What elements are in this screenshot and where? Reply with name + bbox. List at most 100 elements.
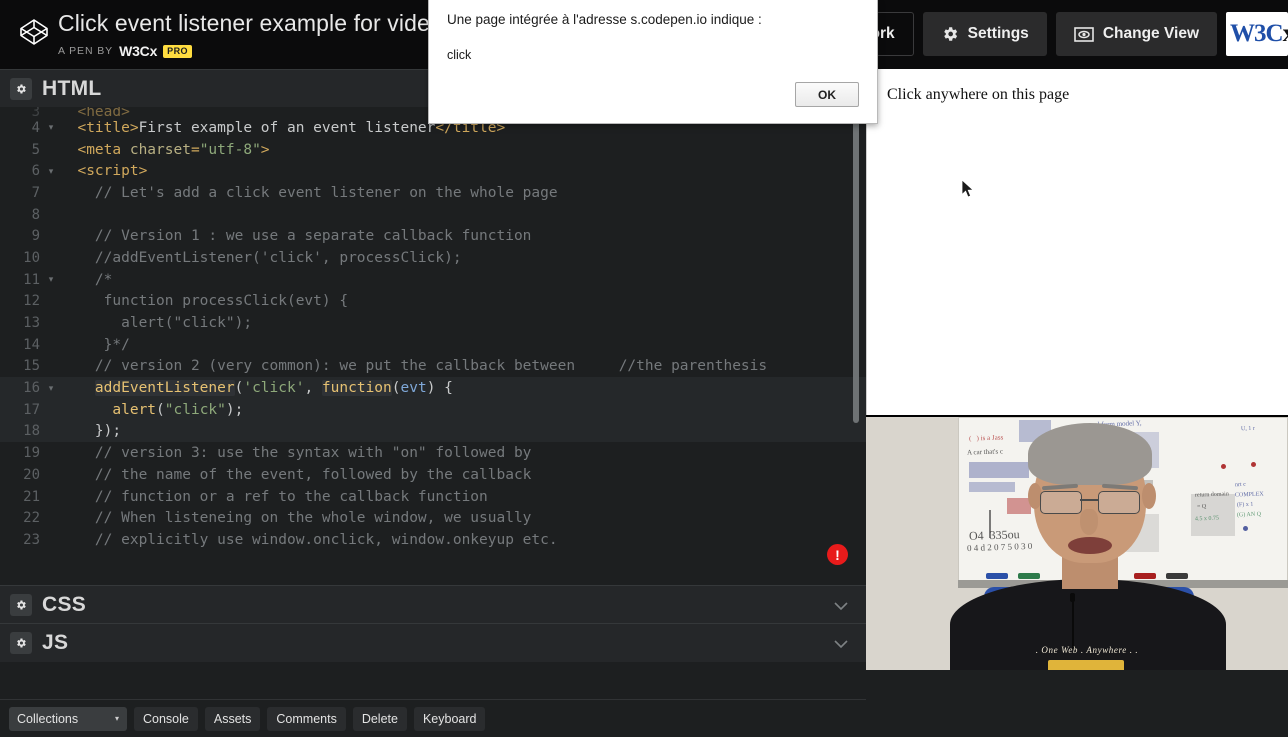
w3cx-logo-text: W3Cx	[1226, 20, 1288, 48]
code-line[interactable]: 19 // version 3: use the syntax with "on…	[0, 442, 866, 464]
code-text: // the name of the event, followed by th…	[58, 466, 532, 483]
code-text: //addEventListener('click', processClick…	[58, 250, 462, 266]
code-editor-html[interactable]: 3 <head> 4 ▾ <title>First example of an ev…	[0, 107, 866, 585]
alert-dialog-message: Une page intégrée à l'adresse s.codepen.…	[447, 12, 762, 27]
pen-by-label: A PEN BY	[58, 45, 114, 57]
code-line[interactable]: 11 ▾ /*	[0, 269, 866, 291]
alert-ok-button[interactable]: OK	[795, 82, 859, 107]
pane-header-css[interactable]: CSS	[0, 585, 866, 624]
code-token: 'click'	[243, 380, 305, 397]
line-number: 6	[31, 163, 40, 180]
pane-header-js[interactable]: JS	[0, 623, 866, 662]
code-line[interactable]: 15 // version 2 (very common): we put th…	[0, 356, 866, 378]
code-token: addEventListener	[94, 380, 235, 397]
keyboard-button[interactable]: Keyboard	[413, 706, 486, 731]
code-token: }*/	[60, 336, 130, 353]
fold-arrow-icon[interactable]: ▾	[44, 274, 58, 285]
line-number: 14	[23, 336, 40, 353]
code-line[interactable]: 14 }*/	[0, 334, 866, 356]
line-number: 3	[31, 107, 40, 117]
shirt-text: . One Web . Anywhere . .	[1035, 645, 1139, 655]
code-text: function processClick(evt) {	[58, 293, 348, 309]
presenter-mouth	[1068, 537, 1112, 554]
pane-title-js: JS	[42, 631, 69, 654]
code-line[interactable]: 12 function processClick(evt) {	[0, 291, 866, 313]
code-line[interactable]: 18 });	[0, 420, 866, 443]
editor-scrollbar[interactable]	[853, 113, 859, 423]
code-line[interactable]: 17 alert("click");	[0, 398, 866, 421]
gear-icon[interactable]	[10, 632, 32, 654]
code-token: (	[391, 380, 401, 397]
code-text: // version 3: use the syntax with "on" f…	[58, 445, 532, 461]
code-token: );	[225, 401, 244, 418]
delete-button[interactable]: Delete	[352, 706, 407, 731]
code-line[interactable]: 21 // function or a ref to the callback …	[0, 486, 866, 508]
code-text: addEventListener('click', function(evt) …	[58, 380, 453, 397]
code-token: <head>	[60, 107, 130, 117]
line-number: 10	[23, 249, 40, 266]
alert-dialog[interactable]: Une page intégrée à l'adresse s.codepen.…	[428, 0, 878, 124]
fold-arrow-icon[interactable]: ▾	[44, 122, 58, 133]
code-token: <script>	[60, 163, 148, 180]
fold-arrow-icon[interactable]: ▾	[44, 383, 58, 394]
codepen-logo-icon[interactable]	[18, 16, 50, 48]
code-token: (	[156, 401, 165, 418]
code-line[interactable]: 8	[0, 204, 866, 226]
code-token: function	[321, 380, 392, 397]
line-number: 19	[23, 445, 40, 462]
code-token: <meta	[60, 141, 130, 158]
page-title[interactable]: Click event listener example for video✎	[58, 8, 464, 42]
code-text: // When listeneing on the whole window, …	[58, 510, 532, 526]
code-line[interactable]: 6 ▾ <script>	[0, 160, 866, 182]
pen-author[interactable]: W3Cx	[119, 43, 157, 59]
assets-button[interactable]: Assets	[204, 706, 261, 731]
line-number: 16	[23, 380, 40, 397]
pane-js: JS	[0, 623, 866, 662]
chevron-down-icon[interactable]	[834, 598, 848, 616]
mouse-pointer-icon	[961, 179, 975, 204]
line-number: 18	[23, 423, 40, 440]
code-token: /*	[60, 271, 113, 288]
code-line[interactable]: 13 alert("click");	[0, 312, 866, 334]
change-view-button-label: Change View	[1102, 25, 1199, 42]
code-token: function processClick(evt) {	[60, 293, 349, 310]
code-text: });	[58, 423, 121, 439]
code-line[interactable]: 7 // Let's add a click event listener on…	[0, 182, 866, 204]
line-number: 7	[31, 184, 40, 201]
code-text: <script>	[58, 163, 147, 179]
code-token: >	[260, 141, 270, 158]
line-number: 15	[23, 358, 40, 375]
code-line[interactable]: 9 // Version 1 : we use a separate callb…	[0, 225, 866, 247]
w3cx-logo[interactable]: W3Cx	[1226, 12, 1288, 56]
fold-arrow-icon[interactable]: ▾	[44, 166, 58, 177]
line-number: 12	[23, 293, 40, 310]
pen-title-text: Click event listener example for video	[58, 10, 443, 36]
code-line[interactable]: 16 ▾ addEventListener('click', function(e…	[0, 377, 866, 399]
code-line[interactable]: 20 // the name of the event, followed by…	[0, 464, 866, 486]
comments-button[interactable]: Comments	[267, 706, 346, 731]
code-token: // Version 1 : we use a separate callbac…	[60, 228, 532, 245]
code-line[interactable]: 10 //addEventListener('click', processCl…	[0, 247, 866, 269]
change-view-icon	[1074, 26, 1094, 42]
code-token: // Let's add a click event listener on t…	[60, 184, 558, 201]
settings-button[interactable]: Settings	[922, 12, 1047, 56]
code-token: First example of an event listener	[138, 119, 436, 136]
code-line[interactable]: 23 // explicitly use window.onclick, win…	[0, 529, 866, 551]
code-line[interactable]: 22 // When listeneing on the whole windo…	[0, 507, 866, 529]
shirt-badge	[1048, 660, 1124, 670]
code-token: });	[60, 423, 122, 440]
code-text: alert("click");	[58, 315, 252, 331]
error-badge[interactable]: !	[827, 544, 848, 565]
gear-icon[interactable]	[10, 78, 32, 100]
pro-badge: PRO	[163, 44, 192, 58]
code-line[interactable]: 5 <meta charset="utf-8">	[0, 139, 866, 161]
code-token: // explicitly use window.onclick, window…	[60, 531, 558, 548]
console-button[interactable]: Console	[134, 706, 198, 731]
code-lines[interactable]: 3 <head> 4 ▾ <title>First example of an ev…	[0, 107, 866, 551]
change-view-button[interactable]: Change View	[1055, 12, 1217, 56]
code-token: // the name of the event, followed by th…	[60, 466, 532, 483]
presenter-video-overlay[interactable]: ( ) is a Jass A car that's c O4 335ou 0 …	[866, 415, 1288, 670]
collections-dropdown[interactable]: Collections ▾	[9, 706, 127, 731]
gear-icon[interactable]	[10, 594, 32, 616]
chevron-down-icon[interactable]	[834, 636, 848, 654]
